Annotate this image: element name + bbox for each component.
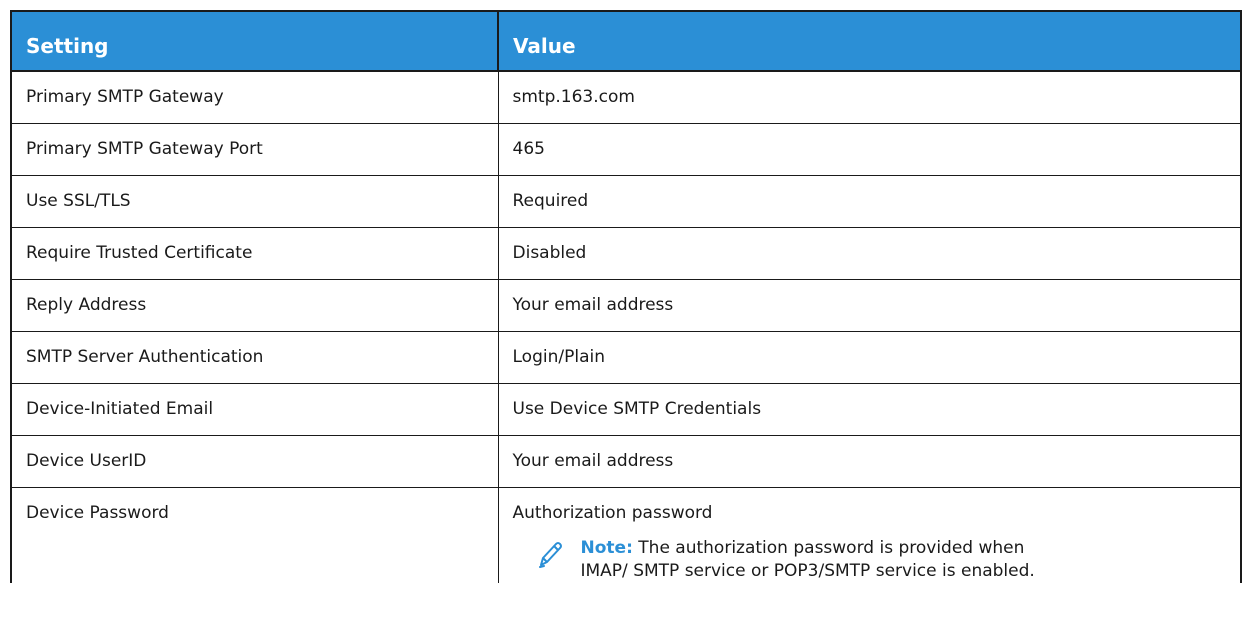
pencil-icon xyxy=(537,539,565,569)
table-header-row: Setting Value xyxy=(10,10,1242,72)
value-cell: 465 xyxy=(497,122,1242,176)
table-row: SMTP Server Authentication Login/Plain xyxy=(10,330,1242,384)
table-row: Device Password Authorization password N… xyxy=(10,486,1242,583)
note-body: The authorization password is provided w… xyxy=(580,537,1035,581)
table-row: Primary SMTP Gateway smtp.163.com xyxy=(10,70,1242,124)
setting-label: Device Password xyxy=(26,502,169,523)
value-cell: Required xyxy=(497,174,1242,228)
note: Note: The authorization password is prov… xyxy=(537,537,1241,583)
setting-cell: Primary SMTP Gateway xyxy=(10,70,499,124)
setting-cell: Device Password xyxy=(10,486,499,583)
value-cell: Login/Plain xyxy=(497,330,1242,384)
setting-cell: Require Trusted Certificate xyxy=(10,226,499,280)
setting-cell: Device-Initiated Email xyxy=(10,382,499,436)
value-label: Authorization password xyxy=(512,502,713,523)
smtp-settings-table: Setting Value Primary SMTP Gateway smtp.… xyxy=(10,10,1242,583)
table-row: Primary SMTP Gateway Port 465 xyxy=(10,122,1242,176)
value-cell: smtp.163.com xyxy=(497,70,1242,124)
value-cell: Authorization password Note: The authori… xyxy=(497,486,1242,583)
table-row: Use SSL/TLS Required xyxy=(10,174,1242,228)
table-row: Reply Address Your email address xyxy=(10,278,1242,332)
value-cell: Disabled xyxy=(497,226,1242,280)
setting-cell: Device UserID xyxy=(10,434,499,488)
value-cell: Your email address xyxy=(497,434,1242,488)
column-header-value: Value xyxy=(497,10,1242,72)
table-row: Device-Initiated Email Use Device SMTP C… xyxy=(10,382,1242,436)
value-cell: Use Device SMTP Credentials xyxy=(497,382,1242,436)
value-cell: Your email address xyxy=(497,278,1242,332)
setting-cell: SMTP Server Authentication xyxy=(10,330,499,384)
note-text-block: Note: The authorization password is prov… xyxy=(581,537,1051,583)
setting-cell: Reply Address xyxy=(10,278,499,332)
note-label: Note: xyxy=(580,537,633,558)
table-row: Require Trusted Certificate Disabled xyxy=(10,226,1242,280)
setting-cell: Primary SMTP Gateway Port xyxy=(10,122,499,176)
setting-cell: Use SSL/TLS xyxy=(10,174,499,228)
column-header-setting: Setting xyxy=(10,10,499,72)
table-row: Device UserID Your email address xyxy=(10,434,1242,488)
